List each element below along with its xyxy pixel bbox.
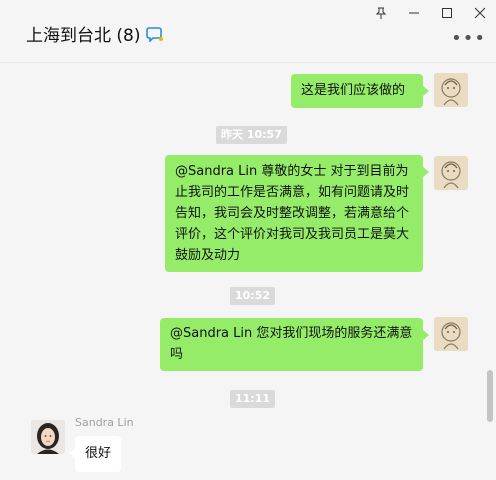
window-controls — [364, 0, 496, 26]
sender-name: Sandra Lin — [75, 416, 134, 429]
message-bubble-received[interactable]: 很好 — [68, 436, 122, 472]
close-icon[interactable] — [463, 0, 496, 26]
message-bubble-sent[interactable]: @Sandra Lin 您对我们现场的服务还满意吗 — [160, 318, 429, 371]
message-text: @Sandra Lin 尊敬的女士 对于到目前为止我司的工作是否满意，如有问题请… — [175, 164, 410, 263]
chat-header: 上海到台北 (8) ••• — [0, 0, 496, 63]
more-icon[interactable]: ••• — [451, 28, 486, 49]
avatar-self[interactable] — [434, 73, 468, 107]
maximize-icon[interactable] — [430, 0, 463, 26]
timestamp: 11:11 — [230, 390, 276, 408]
message-text: 很好 — [85, 446, 112, 461]
message-bubble-sent[interactable]: 这是我们应该做的 — [291, 74, 429, 108]
message-text: @Sandra Lin 您对我们现场的服务还满意吗 — [170, 326, 413, 362]
message-list[interactable]: 这是我们应该做的 昨天 10:57 @Sandra Lin 尊敬的女士 对于到目… — [0, 63, 496, 480]
chat-title[interactable]: 上海到台北 (8) — [26, 21, 164, 46]
chat-title-text: 上海到台北 (8) — [26, 26, 141, 46]
avatar-self[interactable] — [434, 156, 468, 190]
timestamp: 昨天 10:57 — [216, 126, 287, 144]
minimize-icon[interactable] — [397, 0, 430, 26]
chat-bubble-icon — [146, 26, 164, 42]
timestamp: 10:52 — [230, 287, 276, 305]
message-text: 这是我们应该做的 — [301, 83, 406, 98]
message-bubble-sent[interactable]: @Sandra Lin 尊敬的女士 对于到目前为止我司的工作是否满意，如有问题请… — [165, 155, 429, 272]
scrollbar[interactable] — [487, 370, 493, 422]
avatar-self[interactable] — [434, 317, 468, 351]
pin-icon[interactable] — [364, 0, 397, 26]
avatar-sandra-lin[interactable] — [31, 420, 65, 454]
